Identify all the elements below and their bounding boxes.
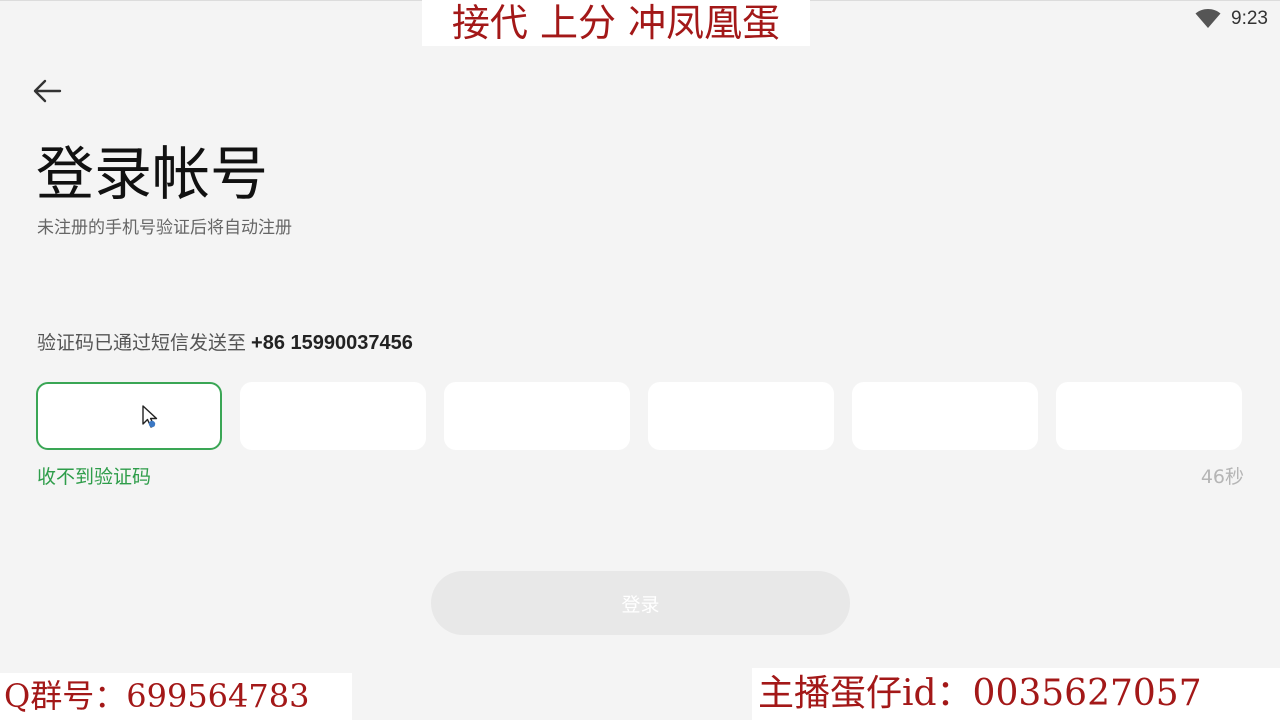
wifi-icon xyxy=(1195,9,1221,28)
phone-number: +86 15990037456 xyxy=(251,332,413,354)
code-digit-1[interactable] xyxy=(36,382,222,450)
code-digit-6[interactable] xyxy=(1056,382,1242,450)
arrow-left-icon xyxy=(33,79,62,103)
overlay-banner-streamer-id: 主播蛋仔id：0035627057 xyxy=(752,668,1280,720)
resend-countdown: 46秒 xyxy=(1200,466,1244,488)
login-button[interactable]: 登录 xyxy=(431,571,850,635)
code-digit-2[interactable] xyxy=(240,382,426,450)
mouse-cursor-icon xyxy=(142,405,158,428)
overlay-banner-group-number: Q群号：699564783 xyxy=(0,673,352,720)
back-button[interactable] xyxy=(30,76,64,106)
sms-sent-notice: 验证码已通过短信发送至 +86 15990037456 xyxy=(37,329,413,357)
code-digit-4[interactable] xyxy=(648,382,834,450)
overlay-banner-top: 接代 上分 冲凤凰蛋 xyxy=(422,0,810,46)
code-digit-5[interactable] xyxy=(852,382,1038,450)
sms-sent-label: 验证码已通过短信发送至 xyxy=(37,332,247,354)
status-bar: 9:23 xyxy=(1195,6,1268,32)
verification-code-inputs xyxy=(36,382,1244,450)
resend-code-link[interactable]: 收不到验证码 xyxy=(37,463,151,491)
login-screen: 接代 上分 冲凤凰蛋 9:23 登录帐号 未注册的手机号验证后将自动注册 验证码… xyxy=(0,0,1280,720)
status-time: 9:23 xyxy=(1231,8,1268,29)
page-subtitle: 未注册的手机号验证后将自动注册 xyxy=(37,218,292,238)
code-digit-3[interactable] xyxy=(444,382,630,450)
page-title: 登录帐号 xyxy=(36,140,269,208)
